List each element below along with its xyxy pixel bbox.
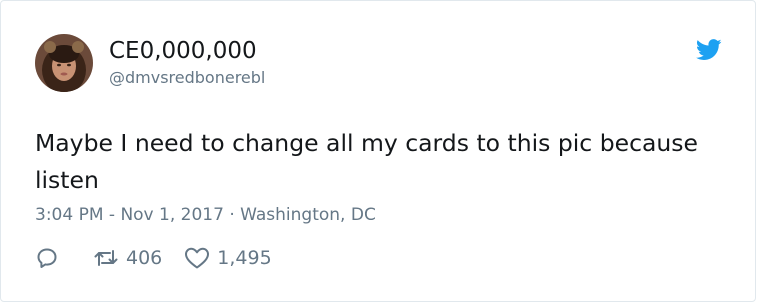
tweet-text: Maybe I need to change all my cards to t… [35,129,698,194]
display-name[interactable]: CE0,000,000 [109,37,257,65]
tweet-card: CE0,000,000 @dmvsredbonerebl Maybe I nee… [0,0,756,302]
reply-button[interactable] [35,246,59,270]
like-button[interactable]: 1,495 [184,244,272,272]
tweet-actions: 406 1,495 [35,244,272,272]
twitter-bird-icon[interactable] [695,39,722,61]
avatar-image [35,34,93,92]
timestamp[interactable]: 3:04 PM - Nov 1, 2017 [35,205,224,225]
user-handle[interactable]: @dmvsredbonerebl [109,68,265,88]
retweet-count: 406 [126,247,163,269]
avatar[interactable] [35,34,93,92]
heart-icon [185,247,210,269]
tweet-meta: 3:04 PM - Nov 1, 2017 · Washington, DC [35,204,376,226]
location[interactable]: Washington, DC [240,205,376,225]
reply-icon [37,248,57,268]
like-count: 1,495 [217,247,272,269]
meta-separator: · [229,205,235,225]
retweet-button[interactable]: 406 [93,244,162,272]
retweet-icon [94,250,118,266]
